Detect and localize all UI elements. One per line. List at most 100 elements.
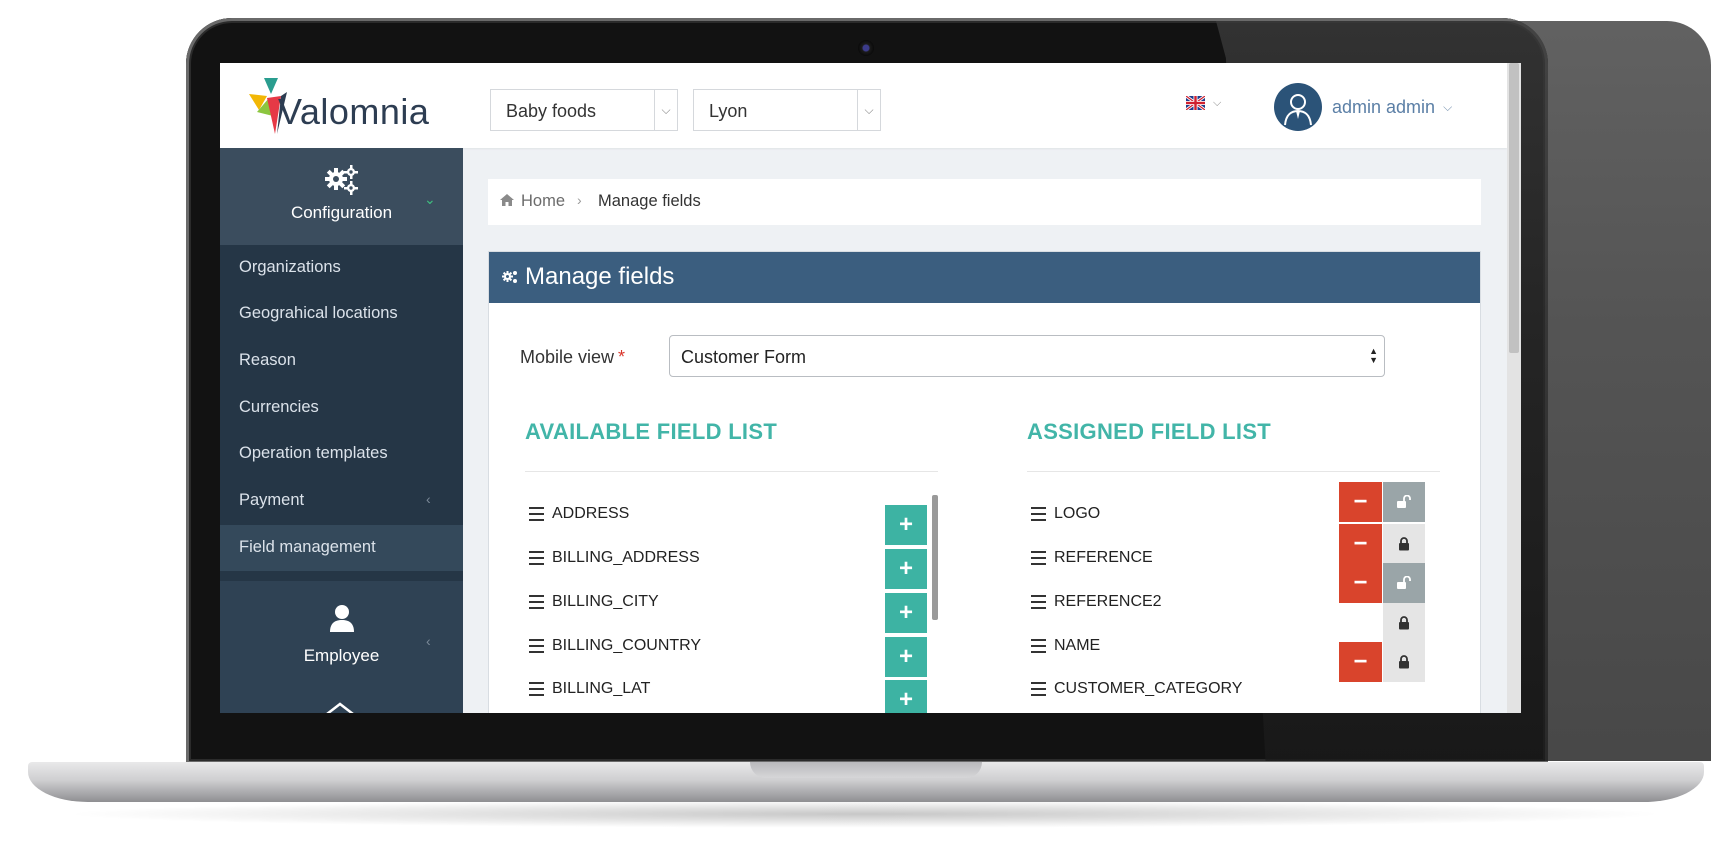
chevron-down-icon: ⌵ [1443,99,1453,114]
assigned-field-row[interactable]: CUSTOMER_CATEGORY [1027,670,1307,710]
chevron-down-icon: ⌄ [424,191,436,207]
logo[interactable]: Valomnia [220,63,463,148]
drag-handle-icon[interactable] [529,639,544,656]
sidebar: Configuration ⌄ Organizations Geograhica… [220,148,463,713]
plus-icon: + [898,686,913,713]
mobile-view-select[interactable]: Customer Form ▲ ▼ [669,335,1385,377]
breadcrumb-current: Manage fields [598,192,701,210]
home-icon [500,194,514,206]
lock-field-button[interactable] [1383,603,1425,643]
sidebar-item-geographical-locations[interactable]: Geograhical locations [220,291,463,337]
sidebar-item-field-management[interactable]: Field management [220,525,463,571]
available-field-row[interactable]: BILLING_COUNTRY [525,627,931,667]
drag-handle-icon[interactable] [529,682,544,699]
lock-field-button[interactable] [1383,642,1425,682]
laptop-shadow [60,800,1670,828]
assigned-field-row[interactable]: LOGO [1027,495,1307,535]
add-field-button[interactable]: + [885,637,927,677]
lock-icon [1399,616,1409,630]
minus-icon: − [1353,569,1368,596]
app-screen: Valomnia Baby foods ⌵ Lyon ⌵ ⌵ admin adm… [220,63,1521,713]
sidebar-item-reason[interactable]: Reason [220,338,463,384]
laptop-notch [750,762,982,778]
category-select[interactable]: Baby foods ⌵ [490,89,678,131]
logo-text: Valomnia [278,91,430,132]
language-selector[interactable]: ⌵ [1186,96,1221,110]
sidebar-item-operation-templates[interactable]: Operation templates [220,431,463,477]
webcam-icon [858,40,874,56]
sidebar-item-label: Field management [239,538,376,556]
chevron-left-icon: ‹ [426,491,431,507]
required-mark: * [618,347,626,367]
remove-field-button[interactable]: − [1339,482,1382,522]
gears-icon [325,165,358,195]
plus-icon: + [898,555,913,582]
lock-field-button[interactable] [1383,524,1425,564]
unlock-icon [1397,576,1411,589]
drag-handle-icon[interactable] [1031,639,1046,656]
minus-icon: − [1353,488,1368,515]
drag-handle-icon[interactable] [1031,595,1046,612]
breadcrumb: Home › Manage fields [488,179,1481,225]
select-arrows-icon: ▲ ▼ [1369,346,1378,365]
page-scrollbar[interactable] [1507,63,1521,713]
sidebar-section-employee[interactable]: Employee ‹ [220,581,463,713]
sidebar-item-label: Organizations [239,258,341,276]
sidebar-item-label: Geograhical locations [239,304,398,322]
add-field-button[interactable]: + [885,505,927,545]
mobile-view-label: Mobile view * [520,347,625,368]
breadcrumb-home-link[interactable]: Home [521,192,565,211]
sidebar-item-label: Payment [239,491,305,509]
city-select[interactable]: Lyon ⌵ [693,89,881,131]
available-field-row[interactable]: BILLING_LAT [525,670,931,710]
add-field-button[interactable]: + [885,680,927,713]
sidebar-item-payment[interactable]: Payment ‹ [220,478,463,524]
minus-icon: − [1353,530,1368,557]
drag-handle-icon[interactable] [529,595,544,612]
sidebar-item-label: Currencies [239,398,319,416]
available-list-scrollbar[interactable] [932,495,938,620]
sidebar-section-configuration[interactable]: Configuration ⌄ [220,148,463,245]
assigned-field-row[interactable]: REFERENCE [1027,539,1307,579]
mobile-view-label-text: Mobile view [520,347,615,367]
unlock-field-button[interactable] [1383,563,1425,603]
chevron-down-icon: ⌵ [857,90,880,130]
sidebar-item-label: Operation templates [239,444,388,462]
chevron-down-icon: ⌵ [654,90,677,130]
remove-field-button[interactable]: − [1339,642,1382,682]
assigned-field-row[interactable]: NAME [1027,627,1307,667]
drag-handle-icon[interactable] [1031,682,1046,699]
add-field-button[interactable]: + [885,593,927,633]
drag-handle-icon[interactable] [1031,551,1046,568]
drag-handle-icon[interactable] [1031,507,1046,524]
assigned-field-row[interactable]: REFERENCE2 [1027,583,1307,623]
top-bar: Valomnia Baby foods ⌵ Lyon ⌵ ⌵ admin adm… [220,63,1507,148]
sidebar-item-label: Reason [239,351,296,369]
divider [1027,471,1440,472]
field-name: LOGO [1054,505,1101,522]
sidebar-item-organizations[interactable]: Organizations [220,245,463,291]
user-avatar-icon [1284,94,1312,126]
remove-field-button[interactable]: − [1339,524,1382,564]
available-field-row[interactable]: BILLING_ADDRESS [525,539,931,579]
unlock-icon [1397,495,1411,508]
field-name: REFERENCE2 [1054,593,1162,610]
drag-handle-icon[interactable] [529,551,544,568]
chevron-down-icon: ⌵ [1213,96,1222,109]
sidebar-item-currencies[interactable]: Currencies [220,385,463,431]
gears-icon [502,271,517,283]
drag-handle-icon[interactable] [529,507,544,524]
field-name: BILLING_LAT [552,680,651,697]
category-select-value: Baby foods [506,101,597,121]
available-field-row[interactable]: ADDRESS [525,495,931,535]
add-field-button[interactable]: + [885,549,927,589]
remove-field-button[interactable]: − [1339,563,1382,603]
unlock-field-button[interactable] [1383,482,1425,522]
field-name: REFERENCE [1054,549,1153,566]
sidebar-menu: Organizations Geograhical locations Reas… [220,245,463,581]
scrollbar-thumb[interactable] [1509,63,1519,353]
available-field-row[interactable]: BILLING_CITY [525,583,931,623]
minus-icon: − [1353,648,1368,675]
assigned-field-list-title: ASSIGNED FIELD LIST [1027,419,1272,444]
user-menu[interactable]: admin admin ⌵ [1274,83,1452,131]
